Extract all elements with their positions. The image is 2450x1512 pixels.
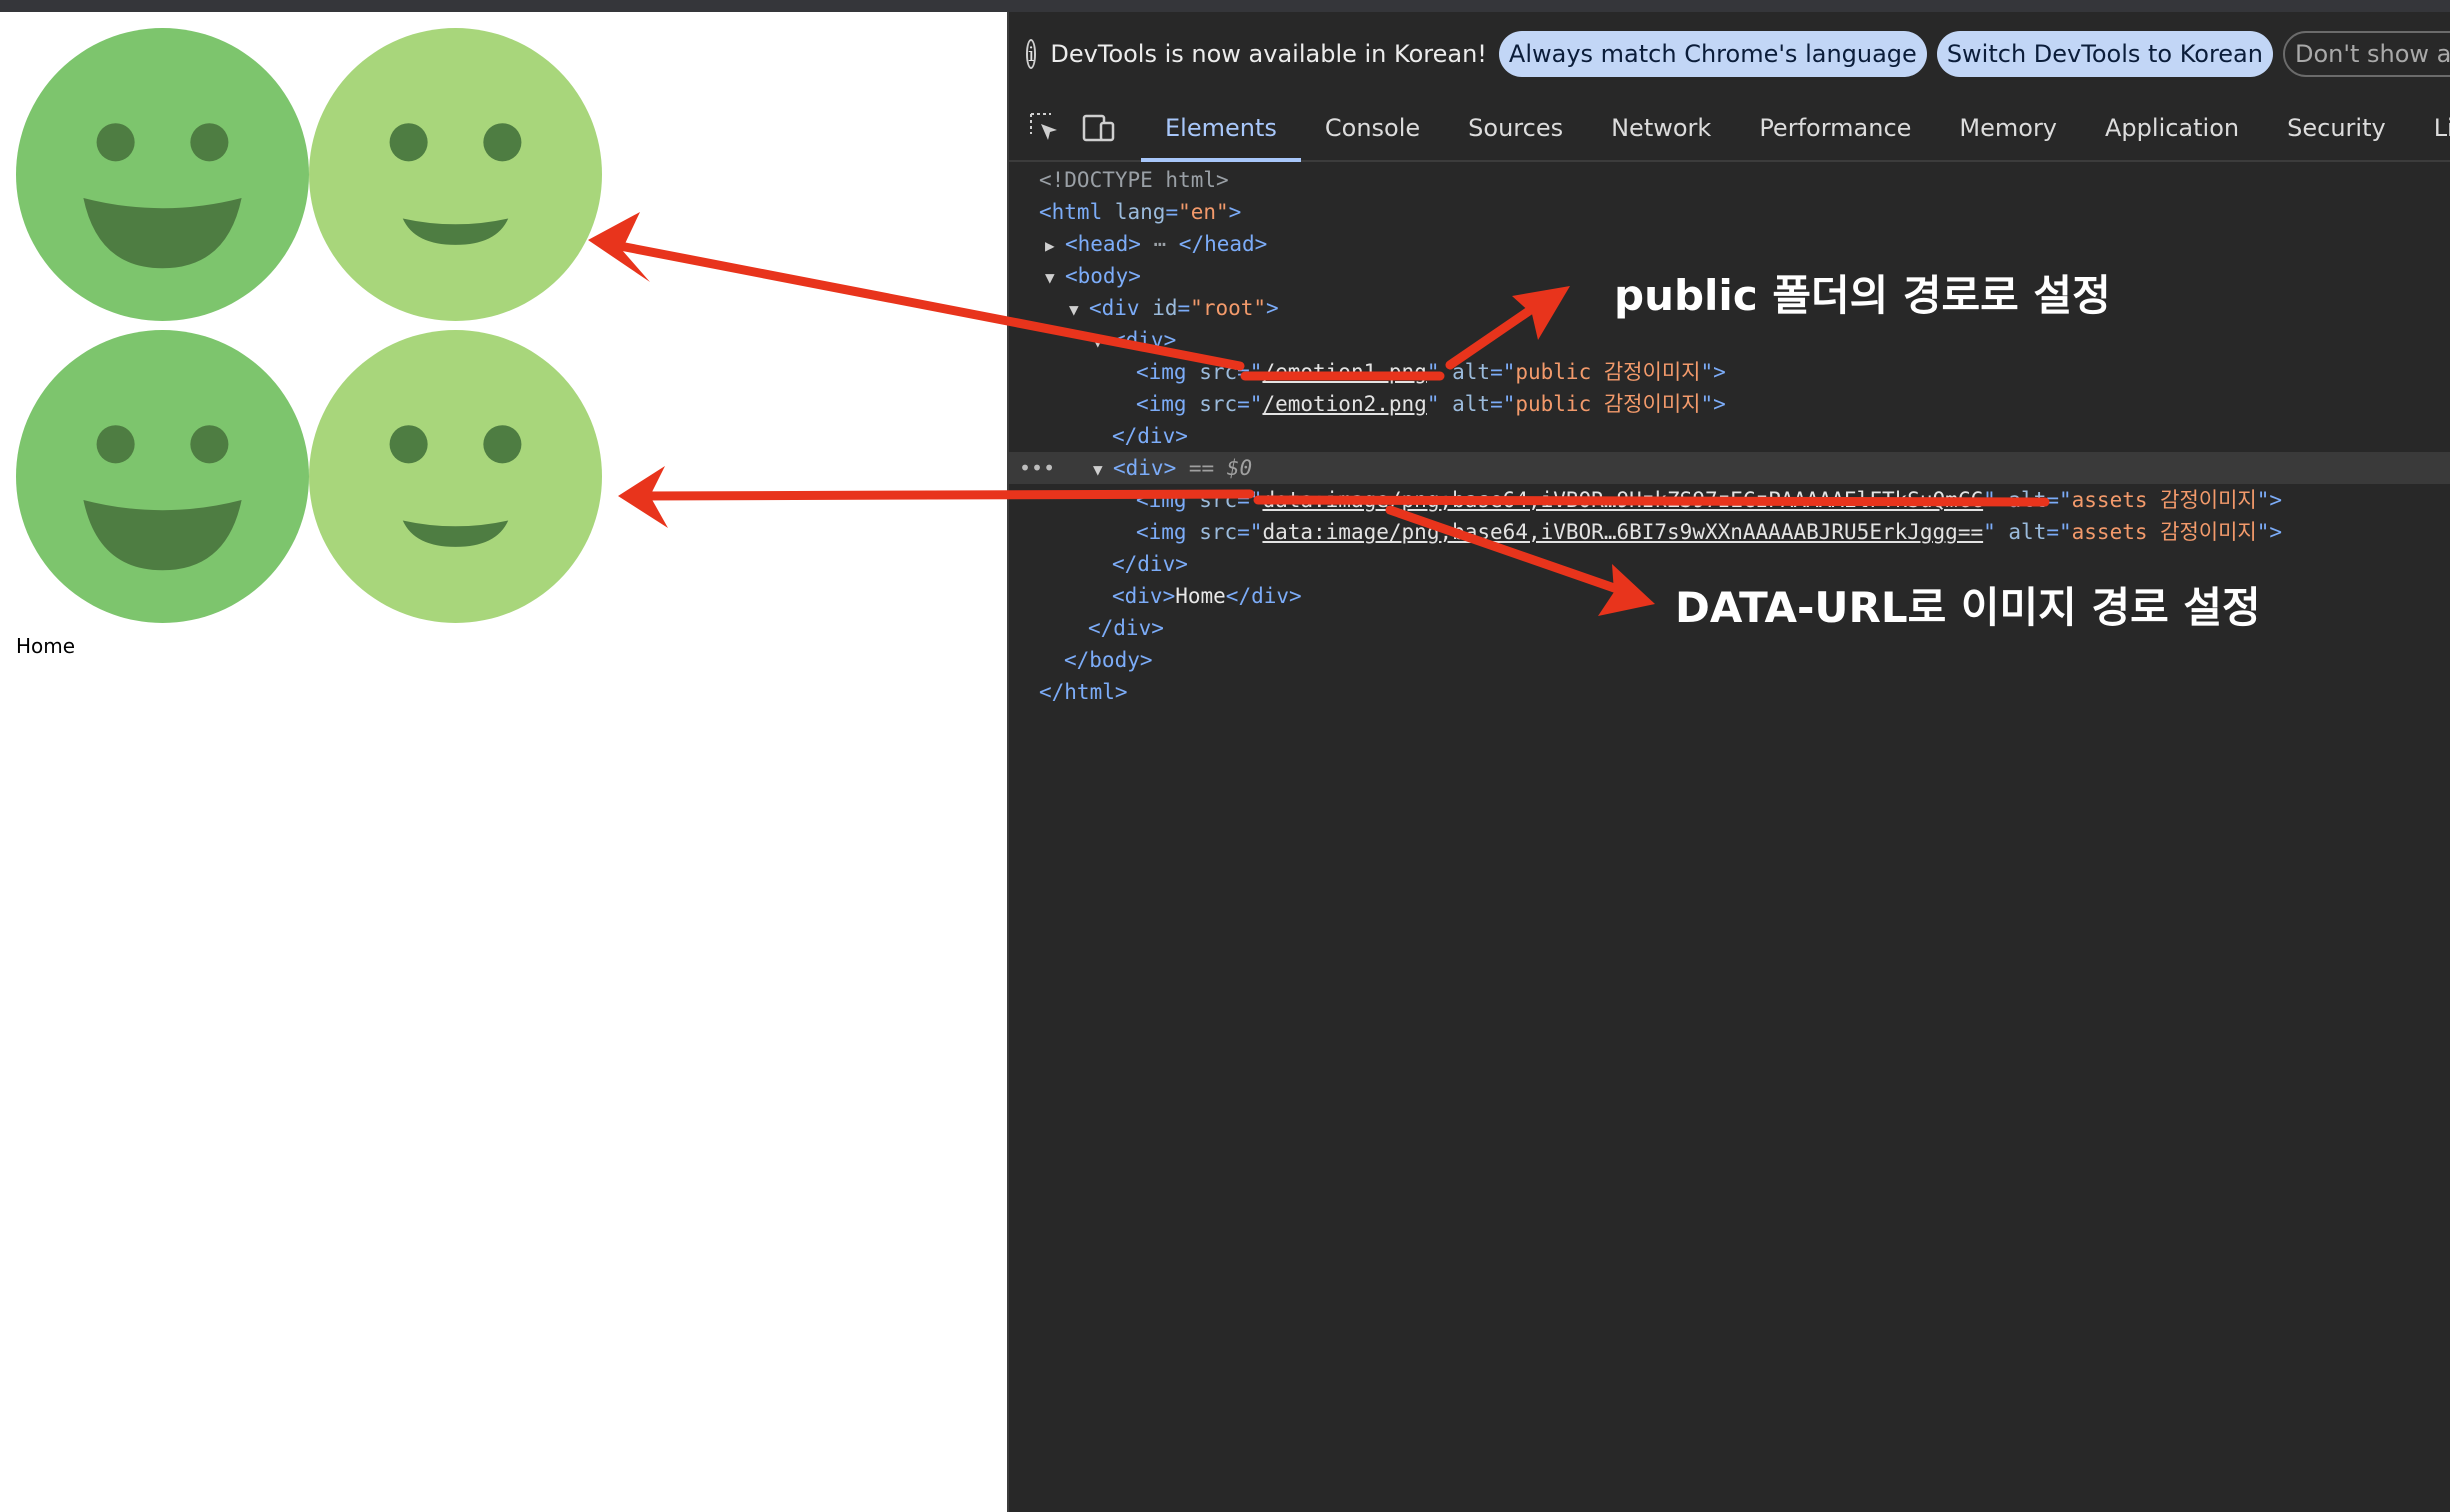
- dom-node-assets-div-selected[interactable]: ••• ▼ <div> == $0: [1009, 452, 2450, 484]
- doctype-text: <!DOCTYPE html>: [1039, 168, 1229, 192]
- more-actions-icon[interactable]: •••: [1019, 452, 1055, 484]
- dom-node-body-close[interactable]: </body>: [1064, 644, 2450, 676]
- dom-node-html-close[interactable]: </html>: [1039, 676, 2450, 708]
- tab-memory[interactable]: Memory: [1935, 96, 2081, 160]
- img3-src-link[interactable]: data:image/png;base64,iVBOR…9HzkZS97zECz…: [1262, 488, 1983, 512]
- always-match-language-button[interactable]: Always match Chrome's language: [1498, 31, 1927, 77]
- html-lang-value: "en": [1178, 200, 1229, 224]
- infobar-message: DevTools is now available in Korean!: [1050, 40, 1487, 68]
- collapse-triangle-icon[interactable]: ▼: [1093, 454, 1113, 486]
- tab-network[interactable]: Network: [1587, 96, 1735, 160]
- emotion1-image: [16, 28, 309, 321]
- assets-images-row: [16, 330, 604, 632]
- dom-node-public-div-close[interactable]: </div>: [1112, 420, 2450, 452]
- dom-node-img4[interactable]: <img src="data:image/png;base64,iVBOR…6B…: [1136, 516, 2450, 548]
- collapse-triangle-icon[interactable]: ▼: [1045, 262, 1065, 294]
- tab-sources[interactable]: Sources: [1444, 96, 1587, 160]
- img3-alt-value: assets 감정이미지: [2071, 488, 2257, 512]
- switch-to-korean-button[interactable]: Switch DevTools to Korean: [1936, 31, 2273, 77]
- dom-node-img1[interactable]: <img src="/emotion1.png" alt="public 감정이…: [1136, 356, 2450, 388]
- selected-node-marker: == $0: [1188, 456, 1253, 480]
- tab-lighthouse[interactable]: Lig: [2410, 96, 2450, 160]
- tab-elements[interactable]: Elements: [1141, 94, 1301, 162]
- img4-alt-value: assets 감정이미지: [2071, 520, 2257, 544]
- emotion2-asset-image: [309, 330, 602, 623]
- tab-application[interactable]: Application: [2081, 96, 2263, 160]
- language-infobar: i DevTools is now available in Korean! A…: [1009, 12, 2450, 96]
- dom-node-public-div[interactable]: ▼ <div>: [1093, 324, 2450, 356]
- dont-show-again-button[interactable]: Don't show again: [2282, 31, 2450, 77]
- collapse-triangle-icon[interactable]: ▼: [1093, 326, 1113, 358]
- page-viewport: Home: [0, 12, 1007, 1512]
- collapsed-ellipsis-icon[interactable]: ⋯: [1141, 232, 1179, 256]
- dom-node-html[interactable]: <html lang="en">: [1039, 196, 2450, 228]
- home-text: Home: [16, 634, 76, 658]
- info-icon: i: [1026, 39, 1037, 69]
- devtools-tab-bar: Elements Console Sources Network Perform…: [1009, 96, 2450, 162]
- devtools-panel: i DevTools is now available in Korean! A…: [1007, 12, 2450, 1512]
- tab-performance[interactable]: Performance: [1735, 96, 1935, 160]
- emotion-image-grid: [16, 28, 604, 632]
- public-folder-note: public 폴더의 경로로 설정: [1614, 271, 2111, 320]
- tab-security[interactable]: Security: [2263, 96, 2410, 160]
- img2-src-link[interactable]: /emotion2.png: [1262, 392, 1426, 416]
- inspect-element-icon[interactable]: [1027, 110, 1063, 146]
- img2-alt-value: public 감정이미지: [1515, 392, 1701, 416]
- emotion2-image: [309, 28, 602, 321]
- root-id-value: "root": [1190, 296, 1267, 320]
- dom-node-doctype[interactable]: <!DOCTYPE html>: [1039, 164, 2450, 196]
- img1-src-link[interactable]: /emotion1.png: [1262, 360, 1426, 384]
- device-toolbar-icon[interactable]: [1081, 110, 1117, 146]
- dom-node-img2[interactable]: <img src="/emotion2.png" alt="public 감정이…: [1136, 388, 2450, 420]
- tab-console[interactable]: Console: [1301, 96, 1444, 160]
- dom-node-img3[interactable]: <img src="data:image/png;base64,iVBOR…9H…: [1136, 484, 2450, 516]
- dataurl-note: DATA-URL로 이미지 경로 설정: [1675, 583, 2261, 632]
- home-node-text: Home: [1175, 584, 1226, 608]
- dom-node-head[interactable]: ▶ <head> ⋯ </head>: [1045, 228, 2450, 260]
- img1-alt-value: public 감정이미지: [1515, 360, 1701, 384]
- img4-src-link[interactable]: data:image/png;base64,iVBOR…6BI7s9wXXnAA…: [1262, 520, 1983, 544]
- emotion1-asset-image: [16, 330, 309, 623]
- browser-top-strip: [0, 0, 2450, 12]
- public-images-row: [16, 28, 604, 330]
- collapse-triangle-icon[interactable]: ▼: [1069, 294, 1089, 326]
- expand-triangle-icon[interactable]: ▶: [1045, 230, 1065, 262]
